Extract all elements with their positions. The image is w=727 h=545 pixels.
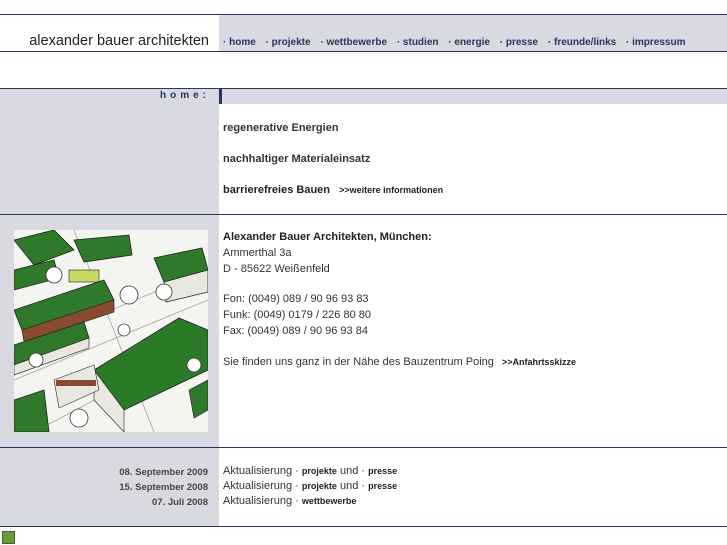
update-date-2: 15. September 2008 — [119, 482, 208, 493]
section-top-rule — [0, 88, 727, 89]
update-date-3: 07. Juli 2008 — [152, 497, 208, 508]
more-info-link[interactable]: >>weitere informationen — [339, 185, 443, 195]
nav-energie[interactable]: · energie — [448, 37, 490, 48]
nav-impressum[interactable]: · impressum — [626, 37, 685, 48]
footer-rule — [0, 526, 727, 527]
architecture-illustration — [14, 230, 208, 432]
update-link-projekte[interactable]: projekte — [302, 481, 337, 491]
topic-renewable: regenerative Energien — [223, 122, 339, 134]
section-label: home: — [160, 90, 210, 101]
header-bottom-rule — [0, 51, 727, 52]
update-prefix: Aktualisierung · — [223, 465, 299, 477]
directions-row: Sie finden uns ganz in der Nähe des Bauz… — [223, 356, 576, 368]
contact-city: D - 85622 Weißenfeld — [223, 263, 330, 275]
contact-mobile: Funk: (0049) 0179 / 226 80 80 — [223, 309, 371, 321]
topic-materials: nachhaltiger Materialeinsatz — [223, 153, 371, 165]
site-title[interactable]: alexander bauer architekten — [29, 33, 209, 49]
update-mid: und · — [339, 465, 366, 477]
nav-presse[interactable]: · presse — [500, 37, 538, 48]
logo-area: alexander bauer architekten — [0, 15, 219, 51]
update-link-projekte[interactable]: projekte — [302, 466, 337, 476]
nav-wettbewerbe[interactable]: · wettbewerbe — [320, 37, 387, 48]
nav-projekte[interactable]: · projekte — [266, 37, 311, 48]
nav-home[interactable]: · home — [223, 37, 256, 48]
housing-drawing — [14, 230, 208, 432]
contact-street: Ammerthal 3a — [223, 247, 292, 259]
update-prefix: Aktualisierung · — [223, 495, 299, 507]
update-entry-2: Aktualisierung · projekte und · presse — [223, 480, 397, 492]
topic-accessible: barrierefreies Bauen — [223, 184, 330, 196]
topics-left-panel — [0, 104, 219, 214]
update-link-presse[interactable]: presse — [368, 481, 397, 491]
section-marker — [219, 89, 222, 104]
update-date-1: 08. September 2009 — [119, 467, 208, 478]
contact-fax: Fax: (0049) 089 / 90 96 93 84 — [223, 325, 368, 337]
main-nav: · home · projekte · wettbewerbe · studie… — [219, 15, 727, 51]
update-mid: und · — [339, 480, 366, 492]
update-entry-1: Aktualisierung · projekte und · presse — [223, 465, 397, 477]
topic-accessible-row: barrierefreies Bauen >>weitere informati… — [223, 184, 443, 196]
directions-link[interactable]: >>Anfahrtsskizze — [502, 357, 576, 367]
nav-freunde-links[interactable]: · freunde/links — [548, 37, 616, 48]
contact-heading: Alexander Bauer Architekten, München: — [223, 231, 432, 243]
section-bar: home: — [0, 89, 727, 104]
contact-phone: Fon: (0049) 089 / 90 96 93 83 — [223, 293, 369, 305]
nav-studien[interactable]: · studien — [397, 37, 439, 48]
sitemap-icon[interactable] — [2, 531, 15, 544]
update-entry-3: Aktualisierung · wettbewerbe — [223, 495, 356, 507]
update-link-presse[interactable]: presse — [368, 466, 397, 476]
update-link-wettbewerbe[interactable]: wettbewerbe — [302, 496, 357, 506]
update-prefix: Aktualisierung · — [223, 480, 299, 492]
directions-text: Sie finden uns ganz in der Nähe des Bauz… — [223, 356, 494, 368]
